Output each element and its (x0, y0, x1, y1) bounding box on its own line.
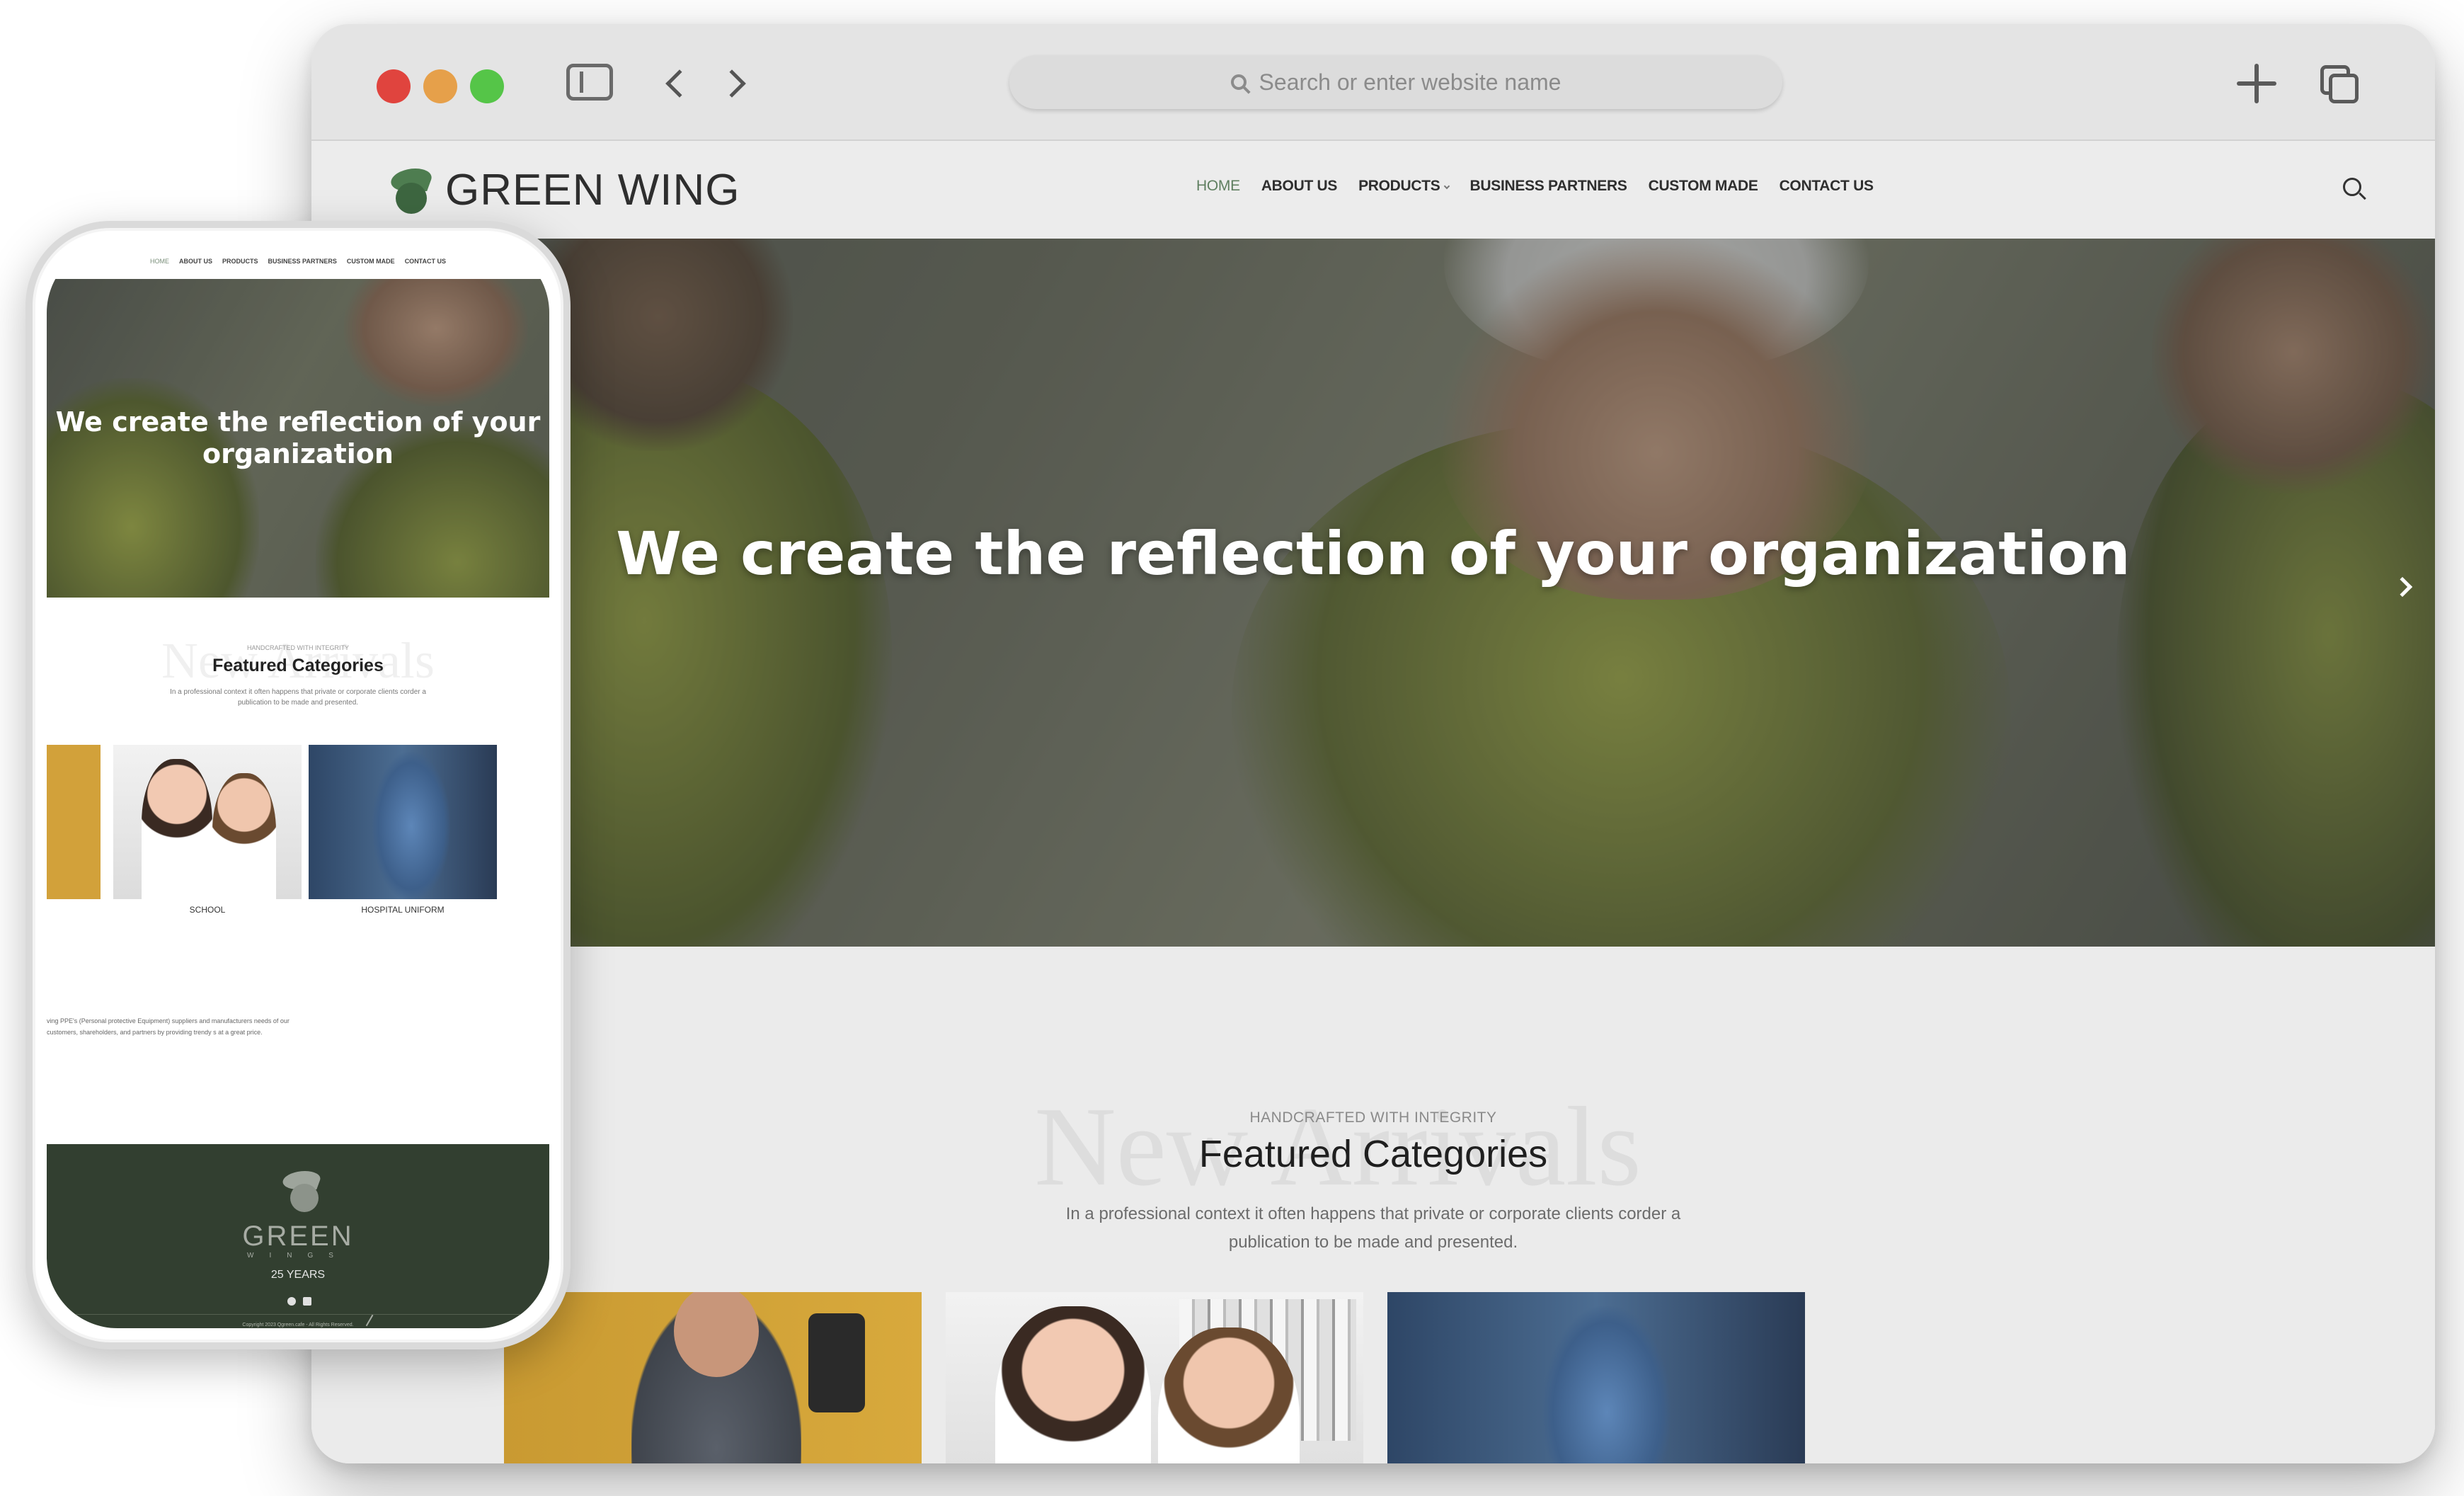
green-wing-logo-icon (386, 167, 437, 214)
forward-chevron-icon[interactable] (718, 69, 746, 98)
section-title: Featured Categories (1198, 1133, 1548, 1175)
address-bar[interactable]: Search or enter website name (1009, 55, 1782, 109)
footer-logo-sub: WINGS (247, 1252, 349, 1260)
new-tab-plus-icon[interactable] (2237, 64, 2276, 103)
mobile-category-card-school[interactable] (113, 745, 302, 899)
nav-about-us[interactable]: ABOUT US (1261, 178, 1338, 195)
mobile-hero: We create the reflection of your organiz… (47, 279, 549, 598)
mobile-section-title: Featured Categories (212, 656, 384, 675)
about-snippet: ving PPE's (Personal protective Equipmen… (47, 1017, 290, 1036)
mobile-nav-about-us[interactable]: ABOUT US (179, 258, 212, 265)
mobile-footer: GREEN WINGS 25 YEARS Copyright 2023 Qgre… (47, 1144, 549, 1328)
nav-business-partners[interactable]: BUSINESS PARTNERS (1470, 178, 1627, 195)
section-description: In a professional context it often happe… (1065, 1204, 1681, 1252)
linkedin-icon[interactable] (303, 1297, 311, 1306)
nav-home[interactable]: HOME (1196, 178, 1240, 195)
back-chevron-icon[interactable] (665, 69, 694, 98)
mobile-category-card-hospital[interactable] (309, 745, 497, 899)
tab-overview-icon[interactable] (2320, 65, 2359, 103)
category-card-industrial[interactable] (504, 1292, 922, 1463)
hero-slider: We create the reflection of your organiz… (311, 239, 2435, 947)
nav-custom-made[interactable]: CUSTOM MADE (1649, 178, 1758, 195)
mobile-nav-business-partners[interactable]: BUSINESS PARTNERS (268, 258, 336, 265)
footer-logo-icon (280, 1171, 330, 1214)
close-window-button[interactable] (377, 69, 411, 103)
nav-products[interactable]: PRODUCTS (1358, 178, 1450, 195)
featured-categories-section: New Arrivals HANDCRAFTED WITH INTEGRITY … (311, 947, 2435, 1463)
browser-toolbar: Search or enter website name (311, 24, 2435, 141)
nav-products-label: PRODUCTS (1358, 178, 1440, 194)
phone-mockup: HOME ABOUT US PRODUCTS BUSINESS PARTNERS… (25, 221, 571, 1349)
category-label-hospital[interactable]: HOSPITAL UNIFORM (309, 905, 497, 915)
chevron-down-icon (1443, 183, 1450, 190)
mobile-hero-title: We create the reflection of your organiz… (55, 406, 541, 469)
mobile-nav-custom-made[interactable]: CUSTOM MADE (347, 258, 395, 265)
site-search-icon[interactable] (2343, 178, 2361, 196)
site-logo[interactable]: GREEN WING (386, 165, 740, 215)
website-viewport: GREEN WING HOME ABOUT US PRODUCTS BUSINE… (311, 141, 2435, 1463)
footer-logo-name: GREEN (242, 1221, 354, 1252)
footer-copyright: Copyright 2023 Qgreen.cafe - All Rights … (242, 1323, 354, 1327)
section-eyebrow: HANDCRAFTED WITH INTEGRITY (1249, 1109, 1497, 1126)
mobile-nav: HOME ABOUT US PRODUCTS BUSINESS PARTNERS… (47, 258, 549, 265)
main-nav: HOME ABOUT US PRODUCTS BUSINESS PARTNERS… (1196, 178, 1874, 195)
mobile-section-description: In a professional context it often happe… (170, 688, 426, 707)
address-bar-placeholder: Search or enter website name (1259, 69, 1562, 95)
sidebar-toggle-icon[interactable] (566, 64, 613, 101)
hero-title: We create the reflection of your organiz… (616, 519, 2131, 588)
mobile-section-eyebrow: HANDCRAFTED WITH INTEGRITY (247, 644, 349, 651)
browser-window: Search or enter website name GREEN WING … (311, 24, 2435, 1463)
minimize-window-button[interactable] (423, 69, 457, 103)
search-icon (1230, 74, 1247, 90)
category-label-school[interactable]: SCHOOL (113, 905, 302, 915)
facebook-icon[interactable] (287, 1297, 296, 1306)
site-header: GREEN WING HOME ABOUT US PRODUCTS BUSINE… (311, 141, 2435, 239)
footer-divider (47, 1314, 549, 1315)
footer-years: 25 YEARS (270, 1269, 326, 1281)
category-card-school[interactable] (946, 1292, 1363, 1463)
hero-overlay (311, 239, 2435, 947)
mobile-nav-home[interactable]: HOME (150, 258, 169, 265)
category-card-hospital[interactable] (1387, 1292, 1805, 1463)
mobile-nav-contact-us[interactable]: CONTACT US (405, 258, 446, 265)
mobile-nav-products[interactable]: PRODUCTS (222, 258, 258, 265)
logo-text: GREEN WING (445, 166, 740, 215)
maximize-window-button[interactable] (470, 69, 504, 103)
nav-contact-us[interactable]: CONTACT US (1780, 178, 1874, 195)
phone-screen: HOME ABOUT US PRODUCTS BUSINESS PARTNERS… (47, 242, 549, 1328)
mobile-category-card-industrial[interactable] (47, 745, 101, 899)
